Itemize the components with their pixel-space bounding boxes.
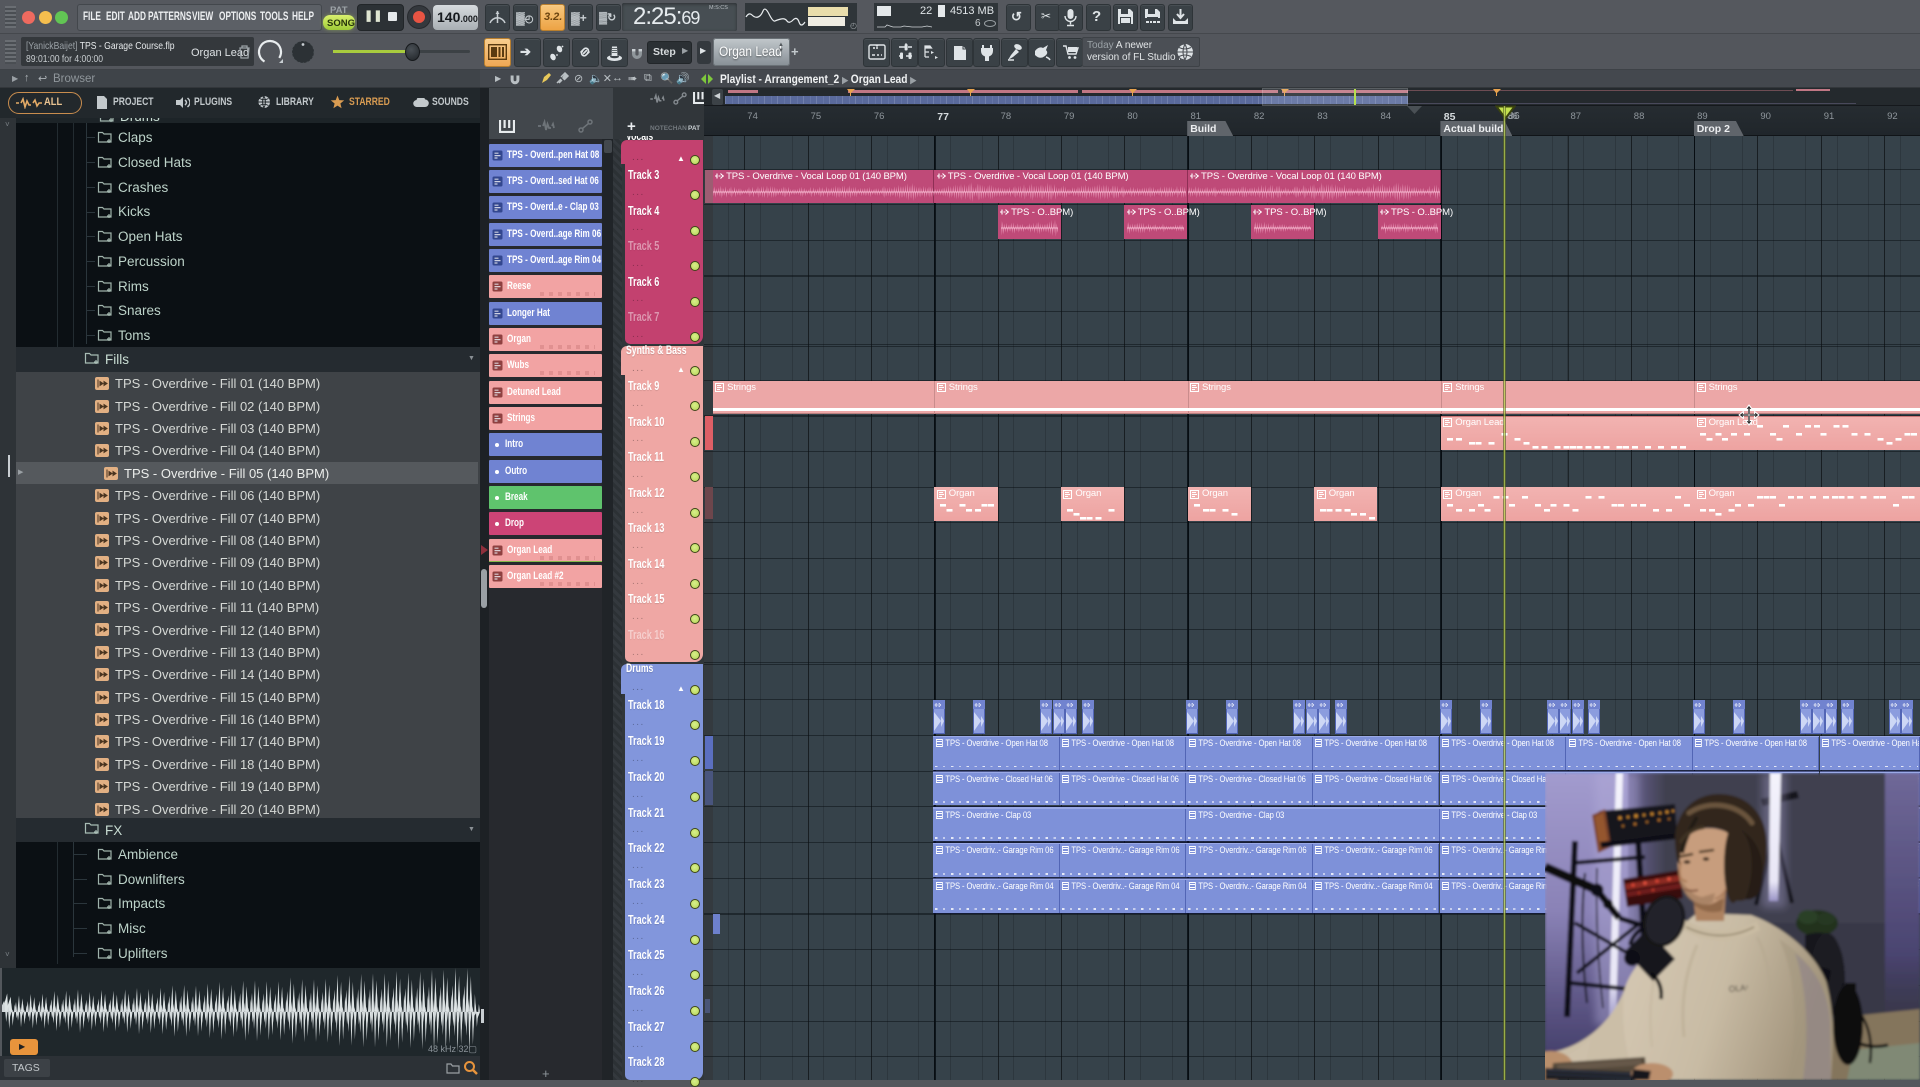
svg-text:OLAʴ: OLAʴ (1728, 983, 1748, 995)
